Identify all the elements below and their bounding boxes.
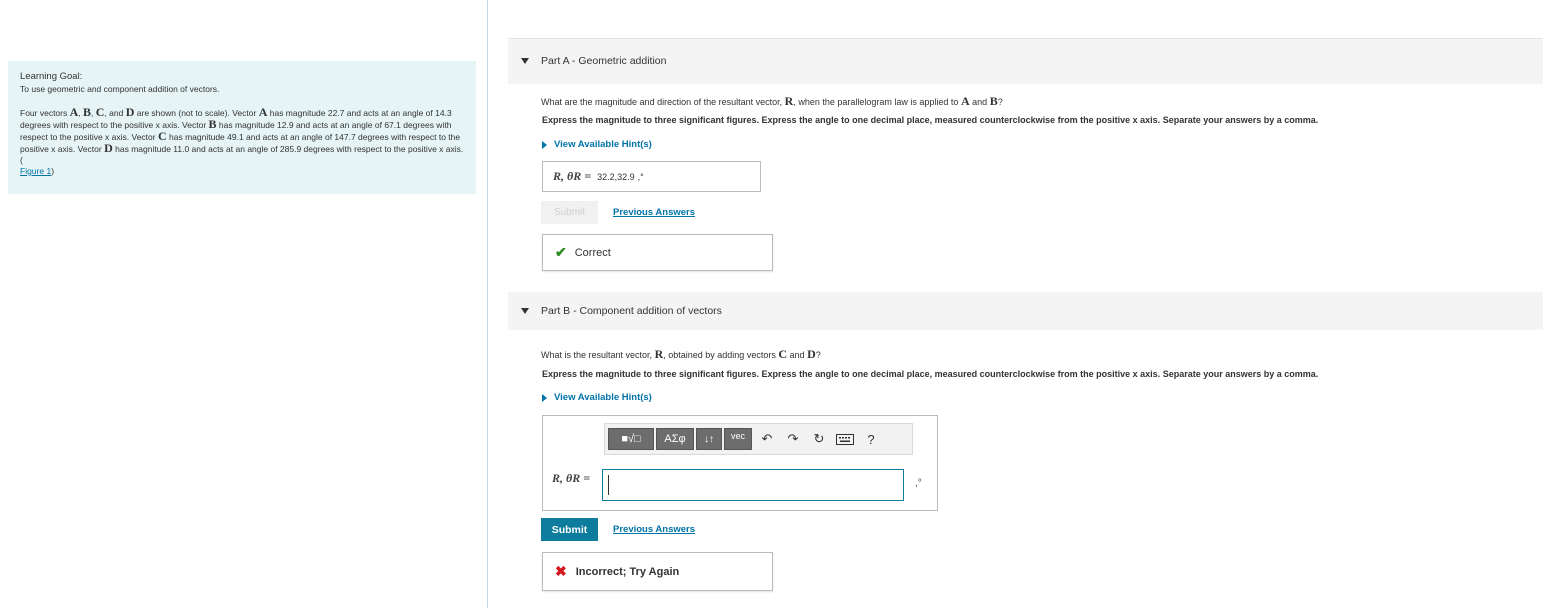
- part-b-question: What is the resultant vector, R, obtaine…: [541, 347, 821, 362]
- question-text: What are the magnitude and direction of …: [541, 97, 783, 107]
- part-b-hints-toggle[interactable]: View Available Hint(s): [542, 392, 652, 403]
- keyboard-icon[interactable]: [832, 428, 858, 450]
- part-a-previous-answers-link[interactable]: Previous Answers: [613, 207, 695, 218]
- expand-caret-icon: [542, 140, 547, 149]
- reset-icon[interactable]: ↻: [806, 428, 832, 450]
- question-text: ?: [815, 350, 821, 360]
- templates-button[interactable]: ■√□: [608, 428, 654, 450]
- part-a-feedback: ✔ Correct: [542, 234, 773, 271]
- part-a-question: What are the magnitude and direction of …: [541, 94, 1003, 109]
- part-b-feedback: ✖ Incorrect; Try Again: [542, 552, 773, 591]
- part-a-hints-toggle[interactable]: View Available Hint(s): [542, 139, 652, 150]
- problem-prefix: Four vectors: [20, 108, 68, 118]
- vector-r-symbol: R: [654, 347, 664, 361]
- vector-b-symbol: B: [83, 105, 92, 119]
- part-a-submit-button[interactable]: Submit: [541, 201, 598, 224]
- expand-caret-icon: [542, 393, 547, 402]
- x-icon: ✖: [555, 563, 567, 579]
- feedback-text: Incorrect; Try Again: [575, 565, 680, 578]
- problem-statement: Four vectors A, B, C, and D are shown (n…: [20, 105, 464, 176]
- vector-d-symbol: D: [125, 105, 135, 119]
- vector-a-symbol: A: [258, 105, 268, 119]
- question-text: and: [972, 97, 988, 107]
- question-text: ?: [997, 97, 1003, 107]
- figure-1-link[interactable]: Figure 1: [20, 166, 51, 176]
- text-cursor: [608, 475, 609, 495]
- learning-goal-box: Learning Goal: To use geometric and comp…: [8, 61, 476, 194]
- vector-d-symbol: D: [807, 347, 816, 361]
- vector-a-symbol: A: [960, 94, 970, 108]
- part-a-answer-box: R, θR = 32.2,32.9 ,°: [542, 161, 761, 192]
- left-column: Learning Goal: To use geometric and comp…: [0, 0, 488, 608]
- learning-goal-text: To use geometric and component addition …: [20, 84, 220, 94]
- undo-icon[interactable]: ↶: [754, 428, 780, 450]
- part-a-instructions: Express the magnitude to three significa…: [542, 115, 1319, 125]
- math-toolbar: ■√□ ΑΣφ ↓↑ vec ↶ ↷ ↻ ?: [604, 423, 913, 455]
- submitted-answer-value: 32.2,32.9: [597, 171, 635, 182]
- question-text: , obtained by adding vectors: [663, 350, 776, 360]
- vector-d-symbol: D: [104, 141, 113, 155]
- part-b-instructions: Express the magnitude to three significa…: [542, 369, 1319, 379]
- answer-input[interactable]: [602, 469, 904, 501]
- learning-goal-title: Learning Goal:: [20, 71, 83, 82]
- vector-b-symbol: B: [989, 94, 998, 108]
- answer-unit: ,°: [637, 171, 644, 182]
- part-b-answer-editor: ■√□ ΑΣφ ↓↑ vec ↶ ↷ ↻ ? R, θR = ,°: [542, 415, 938, 511]
- answer-unit: ,°: [915, 478, 922, 489]
- part-a-header[interactable]: Part A - Geometric addition: [508, 38, 1543, 84]
- part-a-title: Part A - Geometric addition: [541, 55, 667, 67]
- question-text: What is the resultant vector,: [541, 350, 653, 360]
- vector-c-symbol: C: [95, 105, 105, 119]
- divider: [508, 38, 1543, 39]
- vector-button[interactable]: vec: [724, 428, 752, 450]
- redo-icon[interactable]: ↷: [780, 428, 806, 450]
- part-b-submit-button[interactable]: Submit: [541, 518, 598, 541]
- vector-c-symbol: C: [157, 129, 167, 143]
- feedback-text: Correct: [574, 246, 611, 259]
- question-text: and: [789, 350, 805, 360]
- collapse-caret-icon[interactable]: [521, 308, 529, 314]
- hint-label: View Available Hint(s): [554, 392, 652, 403]
- check-icon: ✔: [555, 244, 567, 260]
- vector-c-symbol: C: [778, 347, 788, 361]
- answer-variable-label: R, θR =: [553, 169, 592, 183]
- keyboard-icon-svg: [836, 433, 854, 445]
- collapse-caret-icon[interactable]: [521, 58, 529, 64]
- figure-close-paren: ): [51, 166, 55, 176]
- part-b-title: Part B - Component addition of vectors: [541, 305, 722, 317]
- help-icon[interactable]: ?: [858, 428, 884, 450]
- problem-mid: are shown (not to scale). Vector: [136, 108, 257, 118]
- part-b-previous-answers-link[interactable]: Previous Answers: [613, 524, 695, 535]
- greek-symbols-button[interactable]: ΑΣφ: [656, 428, 694, 450]
- question-text: , when the parallelogram law is applied …: [793, 97, 959, 107]
- answer-row: R, θR =: [552, 471, 594, 486]
- vector-b-symbol: B: [208, 117, 217, 131]
- answer-variable-label: R, θR =: [552, 471, 591, 485]
- part-b-header[interactable]: Part B - Component addition of vectors: [508, 292, 1543, 330]
- vector-a-symbol: A: [69, 105, 79, 119]
- subscript-superscript-button[interactable]: ↓↑: [696, 428, 722, 450]
- hint-label: View Available Hint(s): [554, 139, 652, 150]
